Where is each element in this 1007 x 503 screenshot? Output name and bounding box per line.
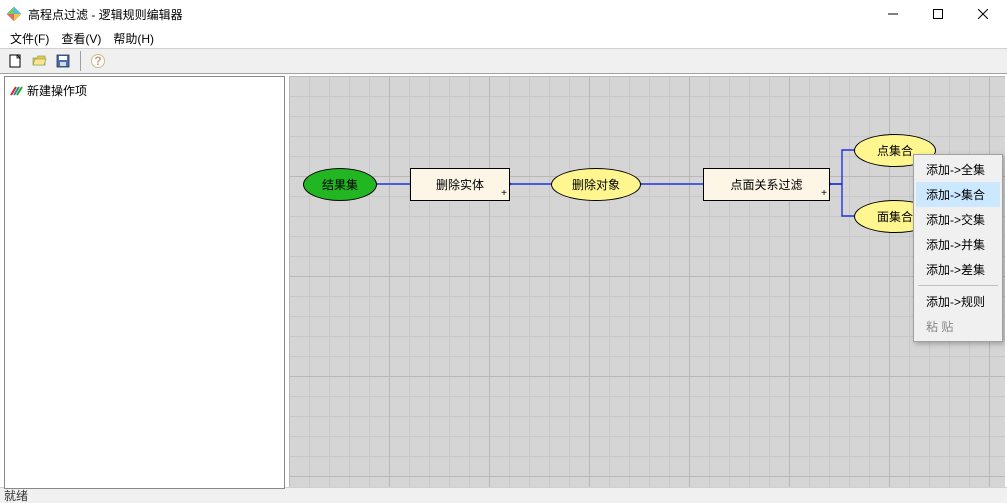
menu-file[interactable]: 文件(F) — [4, 28, 55, 49]
expand-icon: + — [501, 189, 507, 199]
context-menu: 添加->全集 添加->集合 添加->交集 添加->并集 添加->差集 添加->规… — [913, 154, 1003, 342]
ctx-add-rule[interactable]: 添加->规则 — [916, 289, 1000, 314]
node-filter-label: 点面关系过滤 — [730, 176, 802, 193]
status-text: 就绪 — [4, 487, 28, 503]
window-title: 高程点过滤 - 逻辑规则编辑器 — [28, 6, 870, 23]
node-face-set-label: 面集合 — [877, 208, 913, 225]
ctx-add-set[interactable]: 添加->集合 — [916, 182, 1000, 207]
node-delete-object[interactable]: 删除对象 — [551, 168, 641, 201]
maximize-button[interactable] — [915, 0, 960, 28]
workspace: 新建操作项 结果集 删除实体 + — [0, 74, 1007, 487]
help-button[interactable]: ? — [87, 50, 109, 72]
canvas[interactable]: 结果集 删除实体 + 删除对象 点面关系过滤 + 点集合 面集合 添加->全集 … — [289, 76, 1005, 487]
open-button[interactable] — [28, 50, 50, 72]
node-result[interactable]: 结果集 — [303, 168, 377, 201]
new-button[interactable] — [4, 50, 26, 72]
menu-bar: 文件(F) 查看(V) 帮助(H) — [0, 28, 1007, 48]
node-filter[interactable]: 点面关系过滤 + — [703, 168, 830, 201]
close-button[interactable] — [960, 0, 1005, 28]
node-result-label: 结果集 — [322, 176, 358, 193]
ctx-paste[interactable]: 粘 贴 — [916, 314, 1000, 339]
toolbar: ? — [0, 48, 1007, 74]
ctx-add-union[interactable]: 添加->并集 — [916, 232, 1000, 257]
menu-help[interactable]: 帮助(H) — [107, 28, 160, 49]
ctx-add-all[interactable]: 添加->全集 — [916, 157, 1000, 182]
node-delete-object-label: 删除对象 — [572, 176, 620, 193]
node-point-set-label: 点集合 — [877, 142, 913, 159]
status-bar: 就绪 — [0, 487, 1007, 503]
minimize-button[interactable] — [870, 0, 915, 28]
tree-panel[interactable]: 新建操作项 — [4, 76, 285, 489]
expand-icon: + — [821, 189, 827, 199]
ctx-separator — [918, 285, 998, 286]
tree-root-label: 新建操作项 — [27, 82, 87, 99]
title-bar: 高程点过滤 - 逻辑规则编辑器 — [0, 0, 1007, 28]
tree-item-icon — [9, 84, 23, 98]
tree-root-item[interactable]: 新建操作项 — [9, 81, 280, 100]
app-icon — [6, 6, 22, 22]
svg-text:?: ? — [94, 54, 101, 68]
node-delete-entity-label: 删除实体 — [436, 176, 484, 193]
menu-view[interactable]: 查看(V) — [55, 28, 107, 49]
ctx-add-difference[interactable]: 添加->差集 — [916, 257, 1000, 282]
node-delete-entity[interactable]: 删除实体 + — [410, 168, 510, 201]
toolbar-separator — [80, 51, 81, 71]
save-button[interactable] — [52, 50, 74, 72]
ctx-add-intersection[interactable]: 添加->交集 — [916, 207, 1000, 232]
